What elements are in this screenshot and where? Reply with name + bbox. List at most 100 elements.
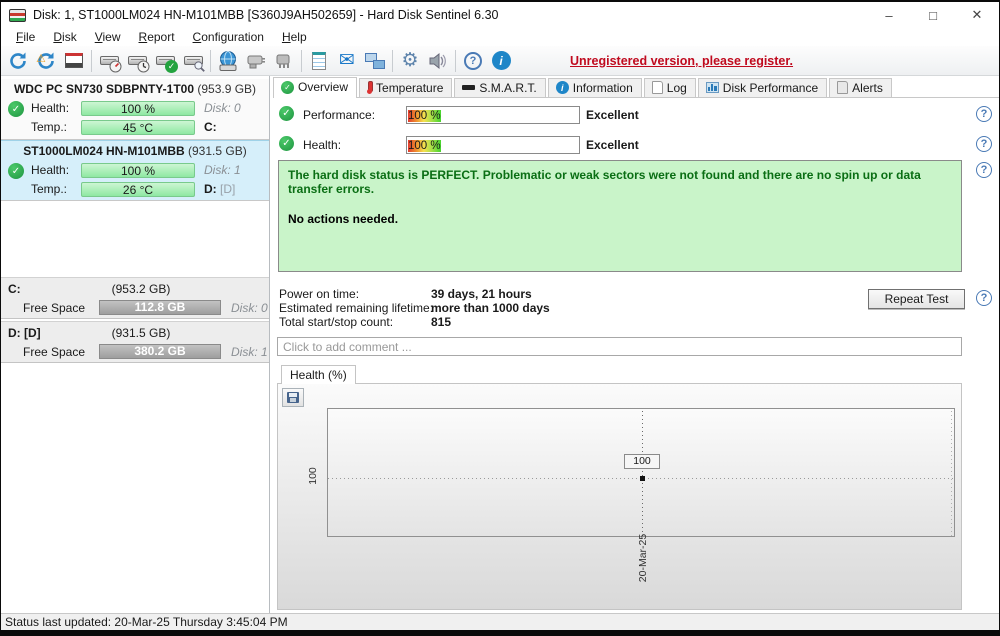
- tab-information[interactable]: i Information: [547, 78, 642, 97]
- help-icon[interactable]: ?: [459, 48, 487, 74]
- tab-alerts[interactable]: Alerts: [829, 78, 892, 97]
- ide-disk-icon[interactable]: [270, 48, 298, 74]
- partition-entry-0[interactable]: C: (953.2 GB) Free Space 112.8 GB Disk: …: [1, 277, 269, 319]
- minimize-button[interactable]: –: [867, 2, 911, 28]
- menu-configuration[interactable]: Configuration: [184, 29, 273, 45]
- disk-entry-1[interactable]: ST1000LM024 HN-M101MBB (931.5 GB) ✓ Heal…: [1, 140, 269, 201]
- menu-view[interactable]: View: [86, 29, 130, 45]
- partition-drive: D: [D]: [8, 326, 41, 340]
- tab-temperature[interactable]: Temperature: [359, 78, 453, 97]
- status-action: No actions needed.: [288, 212, 399, 226]
- free-space-label: Free Space: [23, 345, 86, 359]
- free-space-label: Free Space: [23, 301, 86, 315]
- tab-bar: ✓ Overview Temperature S.M.A.R.T. i Inform…: [273, 77, 999, 98]
- temp-bar: 45 °C: [81, 120, 195, 135]
- usb-disk-icon[interactable]: [242, 48, 270, 74]
- thermometer-icon: [367, 81, 374, 94]
- remaining-lifetime-value: more than 1000 days: [431, 301, 550, 315]
- disk-name: ST1000LM024 HN-M101MBB: [23, 144, 185, 158]
- toolbar-separator: [301, 49, 302, 72]
- toolbar: ⚠ ✓ ✉ ⚙ ? i Unregistered version, please…: [1, 46, 999, 76]
- drive-letter: D:: [204, 182, 217, 196]
- log-icon[interactable]: [305, 48, 333, 74]
- y-axis-tick-label: 100: [307, 467, 319, 485]
- check-icon: ✓: [281, 80, 294, 94]
- information-icon[interactable]: i: [487, 48, 515, 74]
- disk-number: Disk: 1: [204, 163, 241, 177]
- network-icon[interactable]: [361, 48, 389, 74]
- power-on-time-label: Power on time:: [279, 287, 360, 301]
- disk-report-icon[interactable]: [60, 48, 88, 74]
- performance-rating: Excellent: [586, 108, 639, 122]
- toolbar-separator: [91, 49, 92, 72]
- menu-report[interactable]: Report: [130, 29, 184, 45]
- performance-ok-icon: ✓: [279, 106, 294, 121]
- disk-entry-0[interactable]: WDC PC SN730 SDBPNTY-1T00 (953.9 GB) ✓ H…: [1, 79, 269, 140]
- info-icon: i: [555, 81, 569, 94]
- power-on-time-value: 39 days, 21 hours: [431, 287, 532, 301]
- toolbar-separator: [392, 49, 393, 72]
- tab-overview[interactable]: ✓ Overview: [273, 77, 358, 98]
- toolbar-separator: [210, 49, 211, 72]
- workspace: WDC PC SN730 SDBPNTY-1T00 (953.9 GB) ✓ H…: [1, 76, 999, 613]
- free-space-value: 112.8 GB: [134, 300, 186, 314]
- vertical-gridline: [642, 409, 643, 536]
- start-stop-count-value: 815: [431, 315, 452, 329]
- settings-icon[interactable]: ⚙: [396, 48, 424, 74]
- main-panel: ✓ Overview Temperature S.M.A.R.T. i Inform…: [272, 76, 999, 613]
- window-title: Disk: 1, ST1000LM024 HN-M101MBB [S360J9A…: [33, 8, 499, 22]
- health-rating: Excellent: [586, 138, 639, 152]
- refresh-icon[interactable]: [4, 48, 32, 74]
- health-help-icon[interactable]: ?: [976, 136, 992, 152]
- document-icon: [837, 81, 849, 94]
- tab-smart[interactable]: S.M.A.R.T.: [454, 78, 546, 97]
- close-button[interactable]: ✕: [955, 2, 999, 28]
- temp-label: Temp.:: [31, 182, 68, 196]
- sounds-icon[interactable]: [424, 48, 452, 74]
- free-space-bar: 380.2 GB: [99, 344, 221, 359]
- app-window: Disk: 1, ST1000LM024 HN-M101MBB [S360J9A…: [1, 2, 999, 630]
- maximize-button[interactable]: □: [911, 2, 955, 28]
- disk-performance-icon[interactable]: [95, 48, 123, 74]
- unregistered-link[interactable]: Unregistered version, please register.: [570, 54, 793, 68]
- performance-help-icon[interactable]: ?: [976, 106, 992, 122]
- remaining-lifetime-label: Estimated remaining lifetime:: [279, 301, 434, 315]
- vertical-gridline-right: [951, 409, 952, 536]
- menu-disk[interactable]: Disk: [44, 29, 85, 45]
- refresh-warning-icon[interactable]: ⚠: [32, 48, 60, 74]
- chart-icon: [705, 82, 719, 93]
- save-icon: [287, 392, 299, 403]
- comment-input[interactable]: [277, 337, 962, 356]
- partition-drive: C:: [8, 282, 21, 296]
- x-axis-tick-label: 20-Mar-25: [637, 533, 649, 583]
- free-space-value: 380.2 GB: [134, 344, 186, 358]
- health-chart-plot: 100: [327, 408, 955, 537]
- network-disk-icon[interactable]: [214, 48, 242, 74]
- data-point-label: 100: [624, 454, 660, 469]
- drive-letter: C:: [204, 120, 217, 134]
- status-help-icon[interactable]: ?: [976, 162, 992, 178]
- disk-health-icon[interactable]: ✓: [151, 48, 179, 74]
- health-meter: 100 %: [406, 136, 580, 154]
- disk-surface-test-icon[interactable]: [179, 48, 207, 74]
- email-icon[interactable]: ✉: [333, 48, 361, 74]
- health-bar: 100 %: [81, 163, 195, 178]
- menu-help[interactable]: Help: [273, 29, 316, 45]
- repeat-test-button[interactable]: Repeat Test: [868, 289, 965, 309]
- disk-clock-icon[interactable]: [123, 48, 151, 74]
- drive-mount-label: [D]: [220, 182, 236, 196]
- partition-size: (931.5 GB): [111, 326, 171, 340]
- tab-log[interactable]: Log: [643, 78, 696, 97]
- save-chart-button[interactable]: [282, 388, 304, 407]
- disk-sidebar: WDC PC SN730 SDBPNTY-1T00 (953.9 GB) ✓ H…: [1, 76, 270, 613]
- app-logo-icon: [9, 8, 26, 22]
- tab-disk-performance[interactable]: Disk Performance: [697, 78, 828, 97]
- warning-overlay-icon: ⚠: [36, 52, 46, 65]
- health-ok-icon: ✓: [279, 136, 294, 151]
- disk-size: (931.5 GB): [188, 144, 247, 158]
- partition-entry-1[interactable]: D: [D] (931.5 GB) Free Space 380.2 GB Di…: [1, 321, 269, 363]
- chart-tab-health[interactable]: Health (%): [281, 365, 356, 384]
- menu-file[interactable]: File: [7, 29, 44, 45]
- health-bar: 100 %: [81, 101, 195, 116]
- repeat-test-help-icon[interactable]: ?: [976, 290, 992, 306]
